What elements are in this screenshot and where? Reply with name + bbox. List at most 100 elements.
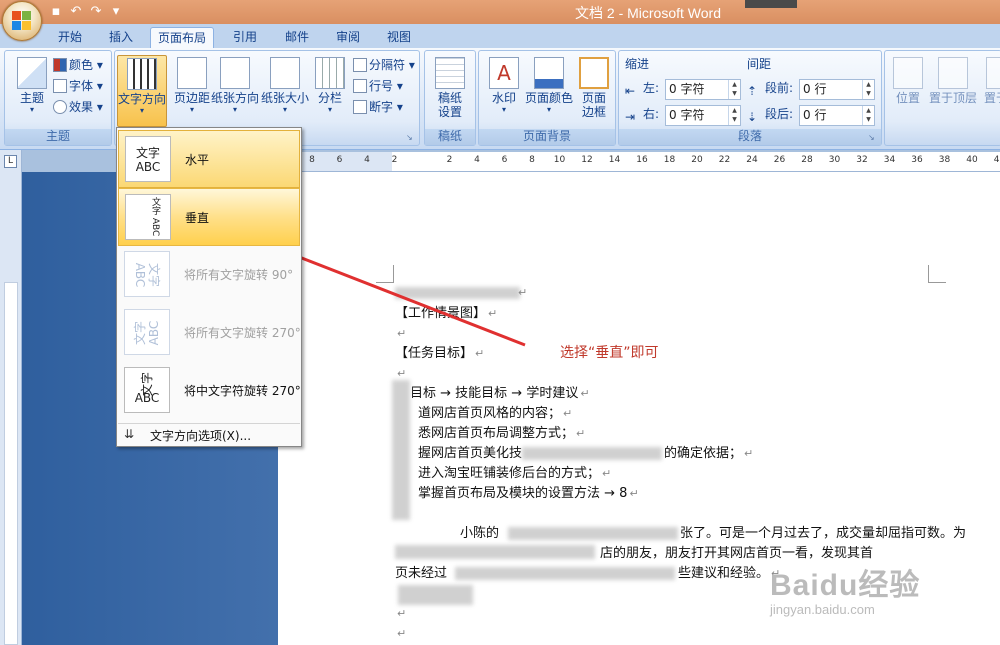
menu-item-horizontal[interactable]: 文字 ABC 水平 <box>118 130 300 188</box>
text-direction-icon <box>127 58 157 90</box>
tab-page-layout[interactable]: 页面布局 <box>150 27 214 48</box>
redo-icon[interactable]: ↷ <box>88 4 104 20</box>
menu-item-text-direction-options[interactable]: ⇊ 文字方向选项(X)... <box>118 424 300 446</box>
save-icon[interactable]: ▪ <box>48 4 64 20</box>
indent-title: 缩进 <box>625 57 650 71</box>
spacing-before-input[interactable]: 0 行 ▲ ▼ <box>799 79 875 100</box>
vertical-text-icon: 文字 ABC <box>125 194 171 240</box>
doc-line: 握网店首页美化技 <box>418 446 523 461</box>
tab-home[interactable]: 开始 <box>52 27 88 48</box>
ruler-tick: 4 <box>474 155 480 165</box>
breaks-button[interactable]: 分隔符 ▾ <box>353 55 415 75</box>
spacing-title: 间距 <box>747 57 772 71</box>
tab-insert[interactable]: 插入 <box>104 27 138 48</box>
redacted-text <box>455 567 675 580</box>
undo-icon[interactable]: ↶ <box>68 4 84 20</box>
watermark-icon: A <box>489 57 519 89</box>
ruler-tick: 4 <box>364 155 370 165</box>
menu-item-rotate-cjk-270[interactable]: 文字 ABC 将中文字符旋转 270° <box>118 362 301 420</box>
watermark-button[interactable]: A 水印 ▾ <box>481 55 527 127</box>
spin-arrows-icon[interactable]: ▲ ▼ <box>728 80 740 99</box>
page-color-icon <box>534 57 564 89</box>
paragraph-launcher-icon[interactable]: ↘ <box>868 133 878 143</box>
page-background-group: A 水印 ▾ 页面颜色 ▾ 页面 边框 页面背景 <box>478 50 616 146</box>
chevron-down-icon: ▾ <box>501 105 506 114</box>
margin-corner-top-right <box>928 265 946 283</box>
title-bar: ▪ ↶ ↷ ▾ 文档 2 - Microsoft Word <box>0 0 1000 24</box>
chevron-down-icon: ▾ <box>232 105 237 114</box>
text-direction-menu: 文字 ABC 水平 文字 ABC 垂直 文字 ABC 将所有文字旋转 90° 文字 A… <box>116 127 302 447</box>
colors-button[interactable]: 颜色 ▾ <box>53 55 103 75</box>
doc-line: 些建议和经验。 ↵ <box>678 566 781 581</box>
spin-arrows-icon[interactable]: ▲ ▼ <box>862 80 874 99</box>
spacing-before-row: ⇡ 段前: 0 行 ▲ ▼ <box>747 79 879 101</box>
hyphenation-button[interactable]: 断字 ▾ <box>353 97 403 117</box>
columns-button[interactable]: 分栏 ▾ <box>311 55 349 127</box>
send-back-icon <box>986 57 1000 89</box>
page-setup-launcher-icon[interactable]: ↘ <box>406 133 416 143</box>
spin-arrows-icon[interactable]: ▲ ▼ <box>728 106 740 125</box>
doc-line: ↵ <box>397 607 407 620</box>
doc-line: 掌握首页布局及模块的设置方法 → 8 ↵ <box>418 486 639 501</box>
ruler-tick: 2 <box>391 155 398 165</box>
doc-line: 【工作情景图】 ↵ <box>395 306 498 321</box>
doc-line: 【任务目标】 ↵ <box>395 346 485 361</box>
margins-button[interactable]: 页边距 ▾ <box>169 55 215 127</box>
effects-button[interactable]: 效果 ▾ <box>53 97 103 117</box>
baidu-watermark: Baidu经验 jingyan.baidu.com <box>770 569 921 617</box>
horizontal-text-icon: 文字 ABC <box>125 136 171 182</box>
text-direction-button[interactable]: 文字方向 ▾ <box>117 55 167 127</box>
orientation-button[interactable]: 纸张方向 ▾ <box>211 55 259 127</box>
chevron-down-icon: ▾ <box>189 105 194 114</box>
theme-button[interactable]: 主题 ▾ <box>9 55 55 127</box>
doc-line: 小陈的 <box>460 526 500 541</box>
page-border-button[interactable]: 页面 边框 <box>575 55 613 127</box>
line-numbers-button[interactable]: 行号 ▾ <box>353 76 403 96</box>
chevron-down-icon: ▾ <box>29 105 34 114</box>
chevron-down-icon: ▾ <box>546 105 551 114</box>
draft-paper-icon <box>435 57 465 89</box>
ruler-tick: 18 <box>663 155 676 165</box>
fonts-button[interactable]: 字体 ▾ <box>53 76 103 96</box>
ruler-tick: 40 <box>966 155 978 165</box>
vertical-ruler <box>0 172 22 645</box>
ruler-tab-selector[interactable]: L <box>0 150 22 172</box>
spacing-after-input[interactable]: 0 行 ▲ ▼ <box>799 105 875 126</box>
indent-right-icon: ⇥ <box>625 110 636 124</box>
spin-arrows-icon[interactable]: ▲ ▼ <box>862 106 874 125</box>
indent-left-input[interactable]: 0 字符 ▲ ▼ <box>665 79 741 100</box>
customize-icon[interactable]: ▾ <box>108 4 124 20</box>
indent-right-input[interactable]: 0 字符 ▲ ▼ <box>665 105 741 126</box>
theme-icon <box>17 57 47 89</box>
page-color-button[interactable]: 页面颜色 ▾ <box>523 55 575 127</box>
orientation-icon <box>220 57 250 89</box>
tab-mailings[interactable]: 邮件 <box>280 27 314 48</box>
tab-view[interactable]: 视图 <box>382 27 416 48</box>
ruler-tick: 8 <box>309 155 315 165</box>
rotate-cjk-text-icon: 文字 ABC <box>124 367 170 413</box>
menu-item-rotate-270[interactable]: 文字 ABC 将所有文字旋转 270° <box>118 304 301 362</box>
ruler-tick: 6 <box>336 155 343 165</box>
redacted-text <box>508 527 678 540</box>
tab-review[interactable]: 审阅 <box>331 27 365 48</box>
office-logo-icon <box>12 11 32 31</box>
doc-line: ↵ <box>397 327 407 340</box>
ruler-tick: 14 <box>608 155 621 165</box>
menu-item-vertical[interactable]: 文字 ABC 垂直 <box>118 188 300 246</box>
text-direction-options-icon: ⇊ <box>124 427 135 441</box>
doc-line: 道网店首页风格的内容； ↵ <box>418 406 573 421</box>
tab-references[interactable]: 引用 <box>228 27 262 48</box>
breaks-icon <box>353 58 367 72</box>
ruler-tick: 6 <box>501 155 508 165</box>
ruler-tick: 30 <box>828 155 841 165</box>
ruler-tick: 34 <box>883 155 896 165</box>
theme-group-label: 主题 <box>5 129 111 145</box>
line-numbers-icon <box>353 79 367 93</box>
menu-item-rotate-90[interactable]: 文字 ABC 将所有文字旋转 90° <box>118 246 300 304</box>
bring-to-front-button[interactable]: 置于顶层 <box>925 55 981 127</box>
size-button[interactable]: 纸张大小 ▾ <box>261 55 309 127</box>
office-button[interactable] <box>2 1 42 41</box>
send-to-back-button[interactable]: 置于 <box>981 55 1000 127</box>
draft-paper-button[interactable]: 稿纸 设置 <box>427 55 473 127</box>
columns-icon <box>315 57 345 89</box>
